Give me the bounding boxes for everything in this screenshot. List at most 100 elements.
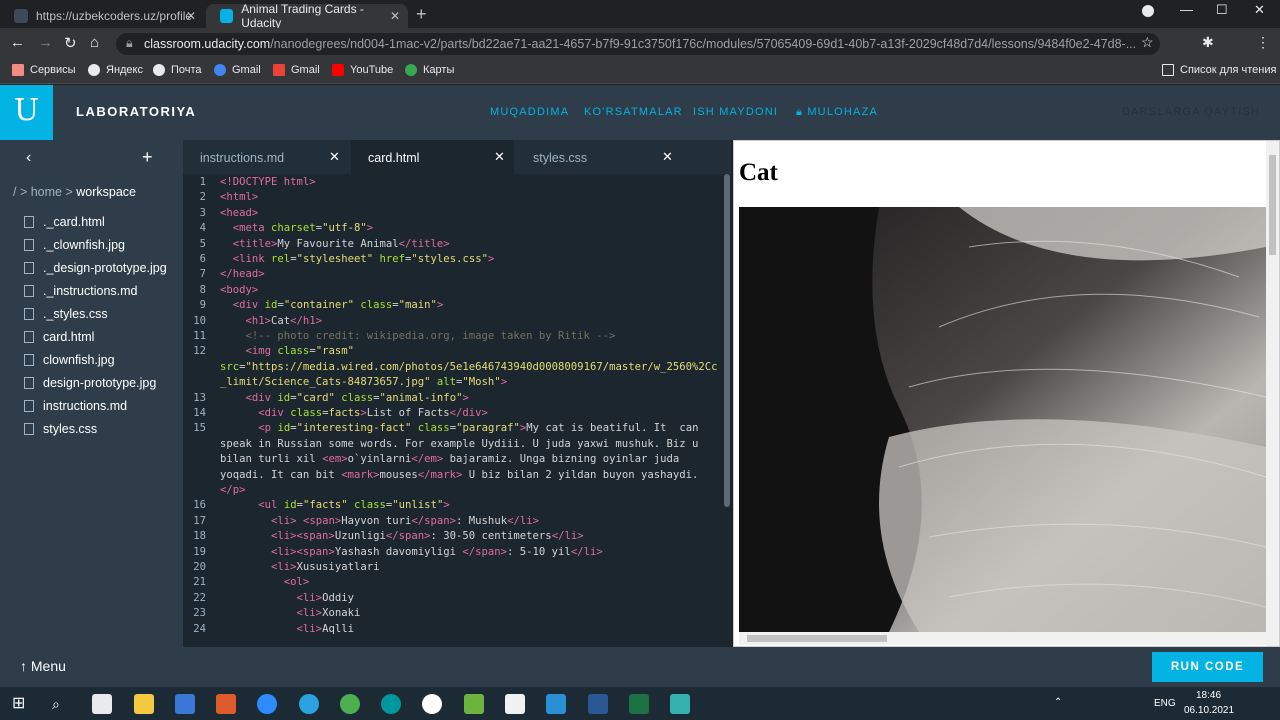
new-tab-icon[interactable]: + [416, 4, 427, 25]
word-icon[interactable] [588, 694, 608, 714]
reading-list[interactable]: Список для чтения [1162, 64, 1276, 76]
file-item[interactable]: ._design-prototype.jpg [24, 261, 167, 275]
run-code-button[interactable]: RUN CODE [1152, 652, 1263, 682]
file-icon [24, 331, 34, 343]
back-to-lessons-button[interactable]: DARSLARGA QAYTISH [1122, 106, 1260, 118]
arduino-icon[interactable] [381, 694, 401, 714]
tab-label: card.html [368, 151, 420, 165]
clock-time[interactable]: 18:46 [1196, 690, 1221, 701]
breadcrumb-current[interactable]: workspace [76, 185, 136, 199]
tray-chevron-icon[interactable]: ⌃ [1054, 697, 1062, 708]
file-icon [24, 262, 34, 274]
home-icon[interactable]: ⌂ [90, 34, 99, 51]
close-tab-icon[interactable]: ✕ [662, 149, 673, 165]
preview-vertical-scrollbar[interactable] [1266, 141, 1279, 646]
nav-instructions[interactable]: KO'RSATMALAR [584, 106, 683, 118]
file-name: ._clownfish.jpg [43, 238, 125, 252]
search-icon[interactable]: ⌕ [52, 694, 72, 714]
address-bar[interactable]: 🔒︎ classroom.udacity.com/nanodegrees/nd00… [116, 33, 1160, 55]
file-item[interactable]: ._instructions.md [24, 284, 137, 298]
file-name: ._instructions.md [43, 284, 138, 298]
close-tab-icon[interactable]: ✕ [390, 9, 400, 23]
excel-icon[interactable] [629, 694, 649, 714]
bookmark-mail[interactable]: Почта [153, 64, 202, 76]
file-name: ._design-prototype.jpg [43, 261, 167, 275]
file-name: styles.css [43, 422, 98, 436]
bookmark-star-icon[interactable]: ☆ [1141, 34, 1154, 51]
chrome-icon[interactable] [340, 694, 360, 714]
preview-heading: Cat [739, 159, 778, 186]
arrow-up-icon: ↑ [20, 658, 31, 674]
browser-tab-profile[interactable]: https://uzbekcoders.uz/profile ✕ [0, 4, 204, 28]
keyboard-language[interactable]: ENG [1154, 698, 1176, 709]
menu-button[interactable]: ↑ Menu [20, 658, 66, 674]
file-name: card.html [43, 330, 95, 344]
file-item[interactable]: styles.css [24, 422, 97, 436]
nav-feedback[interactable]: 🔒︎ MULOHAZA [796, 106, 878, 119]
udacity-logo-icon[interactable]: U [0, 85, 53, 140]
tab-title: https://uzbekcoders.uz/profile [36, 9, 193, 23]
breadcrumb-prefix[interactable]: / > home > [13, 185, 76, 199]
file-item[interactable]: clownfish.jpg [24, 353, 115, 367]
preview-horizontal-scrollbar[interactable] [739, 632, 1266, 645]
lock-icon: 🔒︎ [126, 36, 133, 50]
bookmark-services[interactable]: Сервисы [12, 64, 76, 76]
file-item[interactable]: ._styles.css [24, 307, 108, 321]
reload-icon[interactable]: ↻ [64, 34, 77, 52]
nav-intro[interactable]: MUQADDIMA [490, 106, 569, 118]
tab-card-html[interactable]: card.html ✕ [351, 140, 514, 174]
app-icon[interactable] [216, 694, 236, 714]
file-item[interactable]: ._clownfish.jpg [24, 238, 125, 252]
close-window-icon[interactable]: ✕ [1254, 2, 1265, 18]
add-file-icon[interactable]: + [142, 147, 153, 168]
reading-list-icon [1162, 64, 1174, 76]
store-icon[interactable] [92, 694, 112, 714]
clock-date[interactable]: 06.10.2021 [1184, 705, 1234, 716]
bookmark-label: Gmail [232, 64, 261, 76]
zoom-icon[interactable] [257, 694, 277, 714]
file-item[interactable]: ._card.html [24, 215, 105, 229]
maximize-icon[interactable]: ☐ [1216, 2, 1228, 18]
google-icon [214, 64, 226, 76]
bookmark-yandex[interactable]: Яндекс [88, 64, 143, 76]
app-icon[interactable] [670, 694, 690, 714]
bookmark-maps[interactable]: Карты [405, 64, 454, 76]
file-item[interactable]: design-prototype.jpg [24, 376, 156, 390]
site-favicon-icon [14, 9, 28, 23]
editor-scrollbar[interactable] [724, 174, 730, 507]
vscode-icon[interactable] [546, 694, 566, 714]
file-item[interactable]: card.html [24, 330, 94, 344]
tab-instructions-md[interactable]: instructions.md ✕ [183, 140, 349, 174]
file-icon [24, 400, 34, 412]
windows-start-icon[interactable]: ⊞ [12, 694, 32, 714]
document-icon[interactable] [505, 694, 525, 714]
extensions-icon[interactable]: ✱ [1202, 34, 1214, 51]
nav-workspace[interactable]: ISH MAYDONI [693, 106, 778, 118]
tab-styles-css[interactable]: styles.css ✕ [516, 140, 682, 174]
file-name: instructions.md [43, 399, 128, 413]
minimize-icon[interactable]: — [1180, 2, 1193, 17]
browser-tab-udacity[interactable]: Animal Trading Cards - Udacity ✕ [206, 2, 408, 30]
bookmark-youtube[interactable]: YouTube [332, 64, 393, 76]
close-tab-icon[interactable]: ✕ [329, 149, 340, 165]
back-icon[interactable]: ← [10, 34, 25, 51]
file-explorer-icon[interactable] [134, 694, 154, 714]
file-item[interactable]: instructions.md [24, 399, 127, 413]
globe-icon [153, 64, 165, 76]
forward-icon[interactable]: → [38, 34, 53, 51]
bookmark-gmail-1[interactable]: Gmail [214, 64, 261, 76]
app-icon[interactable] [422, 694, 442, 714]
collapse-sidebar-icon[interactable]: ‹ [26, 149, 31, 167]
url-path: /nanodegrees/nd004-1mac-v2/parts/bd22ae7… [270, 37, 1137, 51]
save-app-icon[interactable] [175, 694, 195, 714]
bookmark-gmail-2[interactable]: Gmail [273, 64, 320, 76]
profile-menu-icon[interactable] [1142, 5, 1154, 17]
lock-icon: 🔒︎ [796, 106, 808, 118]
close-tab-icon[interactable]: ✕ [494, 149, 505, 165]
code-editor[interactable]: 1 <!DOCTYPE html> 2 <html> 3 <head> 4 <meta ch… [183, 174, 731, 647]
telegram-icon[interactable] [299, 694, 319, 714]
close-tab-icon[interactable]: ✕ [186, 9, 196, 23]
nodejs-icon[interactable] [464, 694, 484, 714]
file-icon [24, 354, 34, 366]
chrome-menu-icon[interactable]: ⋮ [1256, 34, 1270, 51]
